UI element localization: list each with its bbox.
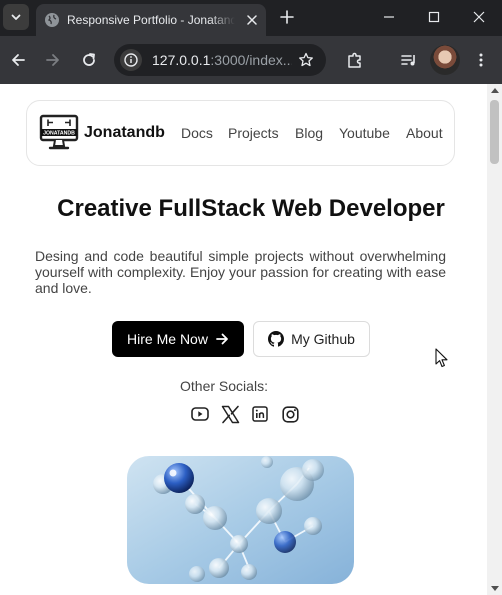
nav-link-blog[interactable]: Blog <box>295 125 323 142</box>
arrow-left-icon <box>12 54 25 66</box>
page-title: Creative FullStack Web Developer <box>57 195 445 222</box>
site-navbar: JONATANDB Jonatandb Docs Projects Blog Y… <box>26 100 455 166</box>
brand-name[interactable]: Jonatandb <box>84 124 165 142</box>
hero-image-molecules <box>127 456 354 584</box>
extensions-button[interactable] <box>343 48 367 72</box>
close-window-button[interactable] <box>456 0 502 34</box>
github-label: My Github <box>291 331 355 347</box>
forward-button[interactable] <box>41 48 65 72</box>
instagram-icon <box>281 405 299 423</box>
globe-icon <box>45 13 59 27</box>
github-button[interactable]: My Github <box>253 321 370 357</box>
media-control-button[interactable] <box>397 48 421 72</box>
arrow-right-icon <box>46 54 59 66</box>
github-icon <box>268 331 285 347</box>
hire-me-button[interactable]: Hire Me Now <box>112 321 244 357</box>
chrome-menu-button[interactable] <box>469 48 493 72</box>
minimize-icon <box>384 16 394 18</box>
url-path: :3000/index... <box>210 52 292 68</box>
more-vert-icon <box>479 53 483 67</box>
x-icon <box>221 405 239 423</box>
mouse-cursor <box>435 348 448 368</box>
url-text[interactable]: 127.0.0.1:3000/index... <box>152 52 292 68</box>
svg-text:JONATANDB: JONATANDB <box>43 131 75 137</box>
site-info-button[interactable] <box>120 49 142 71</box>
instagram-link[interactable] <box>280 404 300 424</box>
page-scrollbar[interactable] <box>487 84 502 595</box>
page-viewport: JONATANDB Jonatandb Docs Projects Blog Y… <box>0 84 502 595</box>
youtube-link[interactable] <box>190 404 210 424</box>
scroll-thumb[interactable] <box>490 100 499 164</box>
tab-close-button[interactable] <box>244 12 260 28</box>
hire-me-label: Hire Me Now <box>127 331 208 347</box>
monitor-logo[interactable]: JONATANDB <box>39 113 79 153</box>
star-icon <box>299 52 313 67</box>
nav-link-youtube[interactable]: Youtube <box>339 125 390 142</box>
reload-button[interactable] <box>77 48 101 72</box>
reload-icon <box>83 53 95 66</box>
close-icon <box>473 11 485 23</box>
plus-icon <box>280 10 294 24</box>
nav-link-docs[interactable]: Docs <box>181 125 213 142</box>
playlist-icon <box>401 55 415 66</box>
linkedin-icon <box>252 406 268 422</box>
youtube-icon <box>191 407 209 421</box>
maximize-button[interactable] <box>411 0 457 34</box>
puzzle-icon <box>348 52 361 68</box>
linkedin-link[interactable] <box>250 404 270 424</box>
address-bar[interactable]: 127.0.0.1:3000/index... <box>114 44 326 76</box>
scroll-down-arrow[interactable] <box>491 586 499 591</box>
scroll-up-arrow[interactable] <box>491 88 499 93</box>
tab-title: Responsive Portfolio - Jonatandb <box>67 13 235 27</box>
intro-paragraph: Desing and code beautiful simple project… <box>35 248 446 296</box>
x-twitter-link[interactable] <box>220 404 240 424</box>
back-button[interactable] <box>6 48 30 72</box>
profile-avatar[interactable] <box>430 45 460 75</box>
tab-search-button[interactable] <box>3 4 29 30</box>
chevron-down-icon <box>11 14 21 20</box>
other-socials-label: Other Socials: <box>180 378 268 394</box>
nav-link-about[interactable]: About <box>406 125 443 142</box>
new-tab-button[interactable] <box>276 6 298 28</box>
browser-tab-active[interactable]: Responsive Portfolio - Jonatandb <box>36 4 266 36</box>
arrow-right-icon <box>216 333 228 345</box>
tab-strip: Responsive Portfolio - Jonatandb <box>0 0 502 36</box>
bookmark-button[interactable] <box>296 50 316 70</box>
browser-toolbar: 127.0.0.1:3000/index... <box>0 36 502 84</box>
info-icon <box>124 53 138 67</box>
maximize-icon <box>428 11 440 23</box>
close-icon <box>247 15 257 25</box>
nav-link-projects[interactable]: Projects <box>228 125 279 142</box>
url-host: 127.0.0.1 <box>152 52 211 68</box>
minimize-button[interactable] <box>366 0 412 34</box>
